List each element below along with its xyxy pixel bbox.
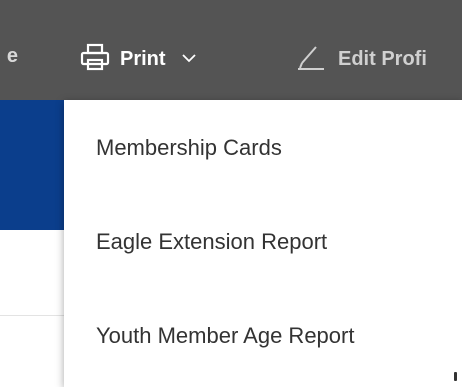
print-menu-button[interactable]: Print bbox=[80, 43, 196, 76]
pencil-icon bbox=[296, 44, 326, 74]
print-label: Print bbox=[120, 47, 166, 70]
print-dropdown-menu: Membership Cards Eagle Extension Report … bbox=[64, 100, 462, 387]
clipped-content-mark bbox=[454, 372, 457, 381]
top-navigation-bar: e Print Edit Profi bbox=[0, 0, 462, 100]
chevron-down-icon bbox=[181, 50, 196, 68]
edit-profile-label: Edit Profi bbox=[338, 47, 427, 70]
menu-item-youth-member-age-report[interactable]: Youth Member Age Report bbox=[96, 323, 354, 349]
printer-icon bbox=[80, 43, 110, 76]
edit-profile-button[interactable]: Edit Profi bbox=[296, 44, 462, 74]
menu-item-membership-cards[interactable]: Membership Cards bbox=[96, 135, 282, 161]
menu-item-eagle-extension-report[interactable]: Eagle Extension Report bbox=[96, 229, 327, 255]
truncated-nav-item[interactable]: e bbox=[0, 43, 20, 69]
